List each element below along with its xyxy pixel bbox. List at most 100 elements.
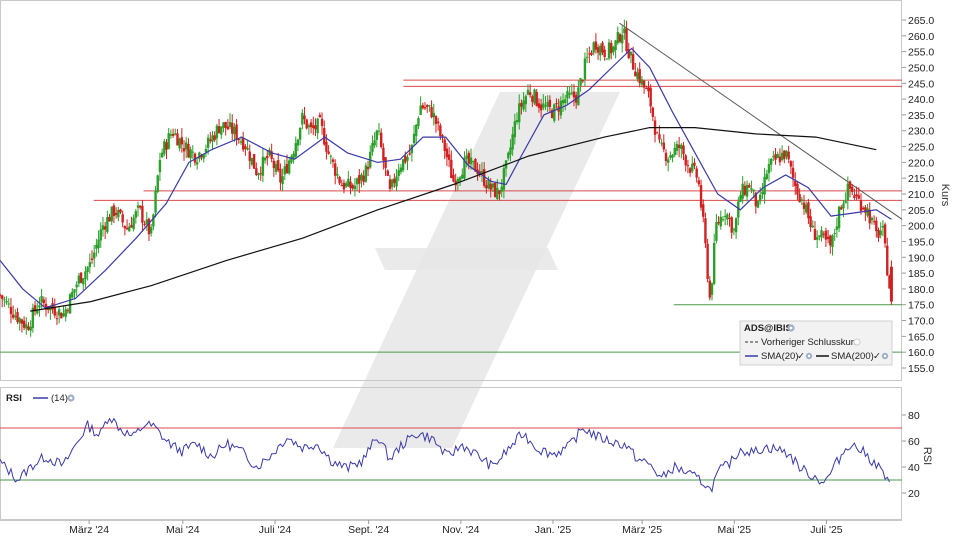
candle-body [386, 170, 389, 176]
candle-body [307, 125, 311, 128]
price-tick-label: 235.0 [908, 110, 934, 122]
candle-body [739, 195, 742, 202]
candle-body [837, 206, 841, 229]
candle-body [734, 218, 738, 233]
price-tick-label: 180.0 [908, 284, 934, 296]
legend: ADS@IBIS Vorheriger Schlusskurs SMA(20) … [739, 320, 893, 366]
legend-check-sma200[interactable]: ✓ [873, 351, 881, 362]
candle-body [796, 183, 799, 195]
candle-body [73, 289, 76, 293]
legend-settings-sma20-icon[interactable] [805, 352, 813, 360]
candle-body [25, 324, 28, 329]
candle-body [802, 202, 806, 209]
candle-body [498, 190, 501, 195]
price-tick-label: 230.0 [908, 126, 934, 138]
candle-body [62, 313, 65, 316]
watermark-logo [333, 92, 620, 448]
candle-body [877, 229, 880, 238]
candle-body [204, 149, 208, 153]
candle-body [614, 40, 617, 50]
candle-body [629, 51, 633, 56]
candle-body [791, 167, 795, 178]
candle-body [603, 49, 606, 58]
candle-body [134, 211, 138, 218]
candle-body [642, 80, 646, 88]
price-tick-label: 165.0 [908, 331, 934, 343]
candle-body [520, 102, 523, 107]
candle-body [564, 99, 567, 104]
rsi-settings-icon[interactable] [67, 394, 75, 402]
candle-body [605, 58, 609, 60]
candle-body [601, 42, 604, 53]
price-tick-label: 260.0 [908, 31, 934, 43]
candle-body [507, 152, 510, 159]
candle-body [3, 299, 6, 301]
candle-body [870, 217, 874, 221]
candle-body [325, 141, 328, 152]
candle-body [388, 179, 392, 189]
candle-body [272, 160, 276, 169]
candle-body [95, 244, 98, 249]
candle-body [358, 175, 361, 184]
candle-body [647, 87, 650, 92]
legend-settings-icon[interactable] [787, 324, 795, 332]
legend-check-sma20[interactable]: ✓ [797, 351, 805, 362]
candle-body [846, 183, 850, 201]
candle-body [535, 91, 538, 107]
candle-body [147, 218, 151, 235]
candle-body [697, 180, 701, 185]
candle-body [99, 229, 102, 241]
candle-body [693, 162, 696, 166]
candle-body [143, 223, 146, 226]
rsi-y-ticks: 20 40 60 80 [902, 410, 920, 500]
candle-body [544, 105, 547, 107]
candle-body [472, 160, 475, 162]
candle-body [566, 91, 569, 99]
candle-body [246, 147, 249, 150]
x-tick-label: März '24 [69, 524, 109, 536]
candle-body [842, 203, 845, 209]
candle-body [623, 28, 626, 34]
candle-body [195, 162, 199, 165]
candle-body [158, 159, 162, 173]
legend-settings-sma200-icon[interactable] [881, 352, 889, 360]
price-tick-label: 240.0 [908, 94, 934, 106]
candle-body [417, 118, 420, 126]
candle-body [426, 105, 429, 107]
candle-body [220, 126, 223, 135]
candle-body [706, 243, 709, 279]
candle-body [406, 156, 409, 161]
candle-body [228, 121, 232, 128]
candle-body [662, 142, 666, 150]
x-tick-label: Juli '24 [259, 524, 292, 536]
candle-body [29, 326, 32, 331]
candle-body [509, 147, 512, 155]
candle-body [84, 271, 87, 280]
candle-body [820, 230, 823, 238]
candle-body [373, 140, 376, 146]
candle-body [211, 135, 214, 142]
candle-body [671, 154, 674, 158]
candle-body [169, 134, 173, 136]
candle-body [664, 152, 668, 162]
candle-body [318, 114, 322, 118]
candle-body [71, 291, 74, 298]
candle-body [824, 230, 828, 240]
price-tick-label: 250.0 [908, 62, 934, 74]
price-tick-label: 155.0 [908, 363, 934, 375]
candle-body [327, 151, 330, 154]
candle-body [730, 217, 733, 233]
candle-body [785, 150, 788, 157]
candle-body [75, 284, 78, 288]
legend-toggle-previous-close[interactable] [853, 338, 861, 346]
candle-body [669, 155, 672, 158]
candle-body [515, 120, 519, 123]
candle-body [581, 80, 584, 82]
candle-body [807, 202, 810, 219]
candle-body [616, 31, 620, 44]
candle-body [309, 122, 313, 128]
candle-body [259, 173, 262, 175]
candle-body [40, 296, 43, 303]
candle-body [255, 168, 258, 175]
candle-body [250, 157, 254, 165]
